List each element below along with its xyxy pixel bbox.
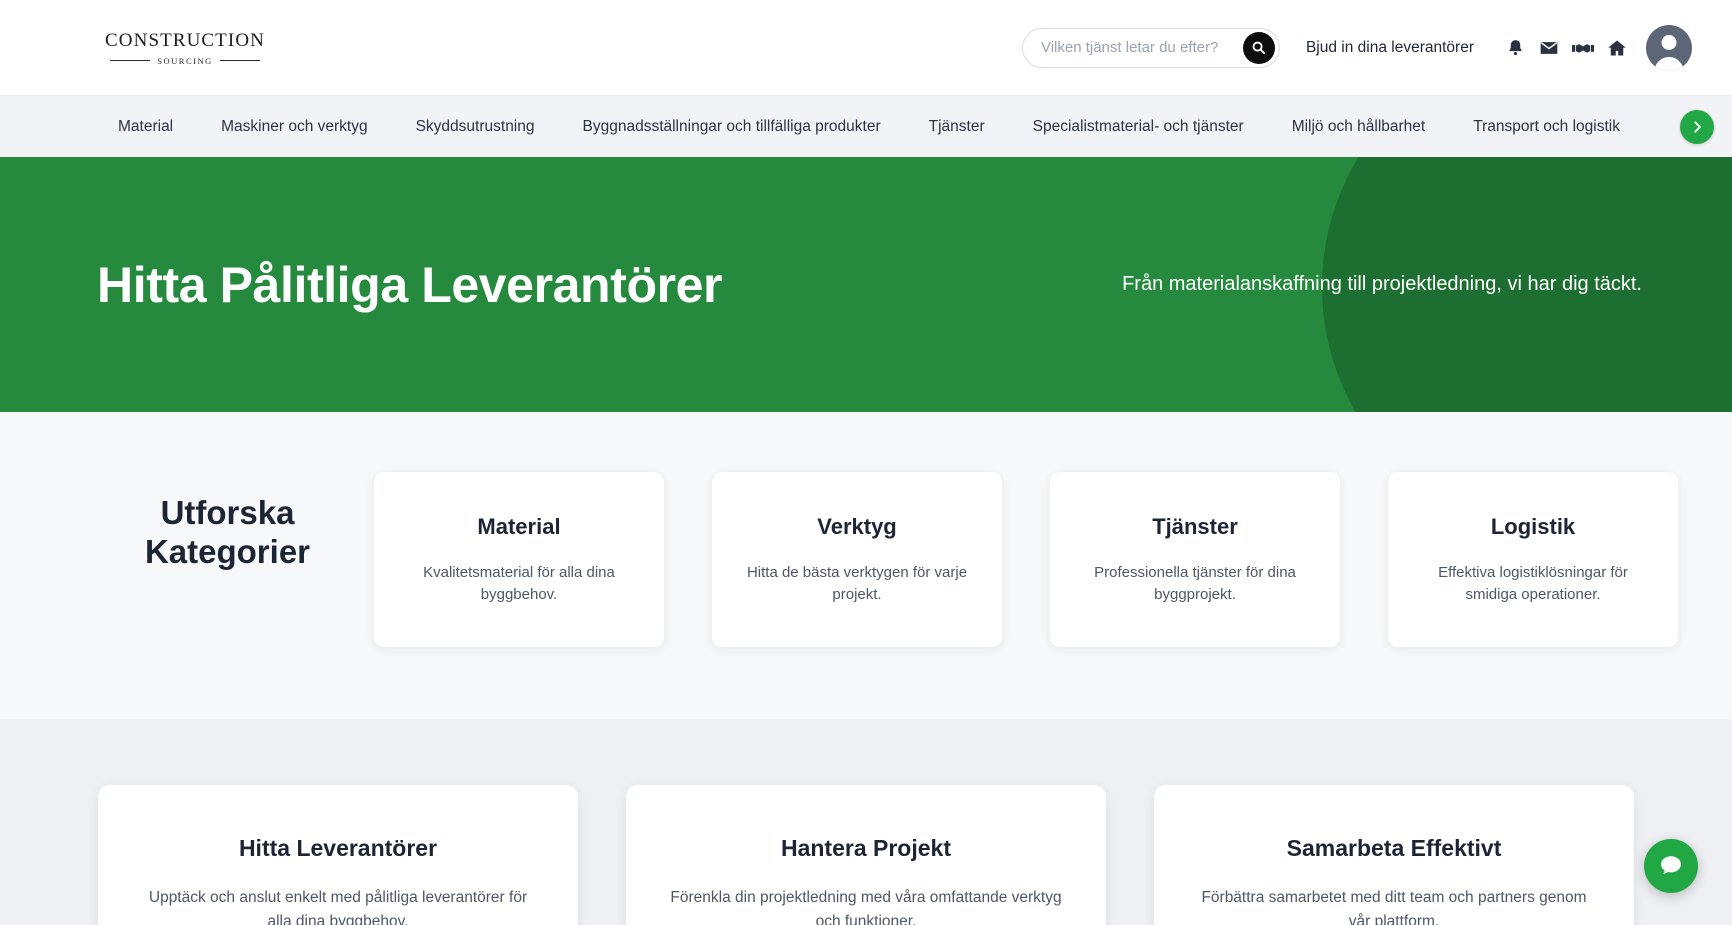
handshake-icon (1572, 43, 1594, 53)
nav-item-material[interactable]: Material (118, 118, 173, 136)
logo-rule-right (219, 60, 261, 61)
category-card[interactable]: Verktyg Hitta de bästa verktygen för var… (712, 472, 1002, 647)
partners-button[interactable] (1566, 31, 1600, 65)
hero-subtitle: Från materialanskaffning till projektled… (1122, 273, 1642, 295)
category-card[interactable]: Material Kvalitetsmaterial för alla dina… (374, 472, 664, 647)
category-card-title: Logistik (1490, 514, 1576, 539)
logo-primary-text: CONSTRUCTION (105, 29, 265, 51)
hero-title: Hitta Pålitliga Leverantörer (97, 256, 723, 313)
search-icon (1253, 41, 1266, 55)
feature-card-desc: Förbättra samarbetet med ditt team och p… (1201, 889, 1587, 925)
feature-card-desc: Upptäck och anslut enkelt med pålitliga … (148, 889, 528, 925)
nav-item-environment[interactable]: Miljö och hållbarhet (1292, 118, 1426, 136)
nav-item-machines[interactable]: Maskiner och verktyg (221, 118, 367, 136)
search-input[interactable] (1040, 39, 1243, 56)
categories-section: Utforska Kategorier Material Kvalitetsma… (0, 412, 1732, 719)
feature-card-title: Samarbeta Effektivt (1286, 835, 1502, 861)
category-card-desc: Hitta de bästa verktygen för varje proje… (746, 564, 968, 604)
nav-item-services[interactable]: Tjänster (929, 118, 985, 136)
site-logo[interactable]: CONSTRUCTION SOURCING (105, 30, 264, 66)
logo-sub-row: SOURCING (110, 55, 261, 66)
site-header: CONSTRUCTION SOURCING Bjud in dina lever… (0, 0, 1732, 95)
category-card[interactable]: Tjänster Professionella tjänster för din… (1050, 472, 1340, 647)
nav-item-specialist[interactable]: Specialistmaterial- och tjänster (1033, 118, 1244, 136)
logo-secondary-text: SOURCING (157, 55, 213, 66)
search-button[interactable] (1242, 31, 1275, 64)
category-card-title: Verktyg (817, 514, 897, 539)
category-card-desc: Effektiva logistiklösningar för smidiga … (1438, 564, 1628, 604)
bell-icon (1508, 39, 1522, 55)
category-card-title: Material (477, 514, 561, 539)
features-section: Hitta Leverantörer Upptäck och anslut en… (0, 719, 1732, 925)
messages-button[interactable] (1532, 31, 1566, 65)
feature-card-desc: Förenkla din projektledning med våra omf… (670, 889, 1062, 925)
nav-item-scaffolding[interactable]: Byggnadsställningar och tillfälliga prod… (583, 118, 881, 136)
category-card-list: Material Kvalitetsmaterial för alla dina… (374, 472, 1678, 647)
chat-bubble-icon (1661, 856, 1681, 874)
feature-card-title: Hantera Projekt (780, 835, 951, 861)
invite-suppliers-link[interactable]: Bjud in dina leverantörer (1306, 39, 1474, 57)
header-actions: Bjud in dina leverantörer (1021, 24, 1692, 71)
category-card[interactable]: Logistik Effektiva logistiklösningar för… (1388, 472, 1678, 647)
nav-item-safety[interactable]: Skyddsutrustning (416, 118, 535, 136)
notifications-button[interactable] (1498, 31, 1532, 65)
category-card-title: Tjänster (1152, 514, 1238, 539)
chat-widget-button[interactable] (1644, 839, 1698, 893)
user-avatar-icon (1654, 34, 1684, 71)
logo-rule-left (110, 60, 151, 61)
category-card-desc: Kvalitetsmaterial för alla dina byggbeho… (423, 564, 615, 604)
search-box[interactable] (1021, 27, 1280, 68)
feature-card[interactable]: Hitta Leverantörer Upptäck och anslut en… (98, 785, 578, 925)
categories-heading: Utforska Kategorier (144, 494, 311, 570)
user-avatar[interactable] (1646, 24, 1692, 71)
feature-card[interactable]: Samarbeta Effektivt Förbättra samarbetet… (1154, 785, 1634, 925)
home-button[interactable] (1600, 31, 1634, 65)
chevron-right-icon (1694, 120, 1701, 133)
hero-banner: Hitta Pålitliga Leverantörer Från materi… (0, 157, 1732, 412)
feature-card-title: Hitta Leverantörer (238, 835, 438, 861)
category-navbar: Material Maskiner och verktyg Skyddsutru… (0, 95, 1732, 157)
nav-item-transport[interactable]: Transport och logistik (1473, 118, 1620, 136)
nav-next-button[interactable] (1680, 109, 1714, 144)
envelope-icon (1540, 41, 1558, 54)
category-card-desc: Professionella tjänster för dina byggpro… (1094, 564, 1296, 604)
feature-card[interactable]: Hantera Projekt Förenkla din projektledn… (626, 785, 1106, 925)
home-icon (1608, 40, 1626, 55)
